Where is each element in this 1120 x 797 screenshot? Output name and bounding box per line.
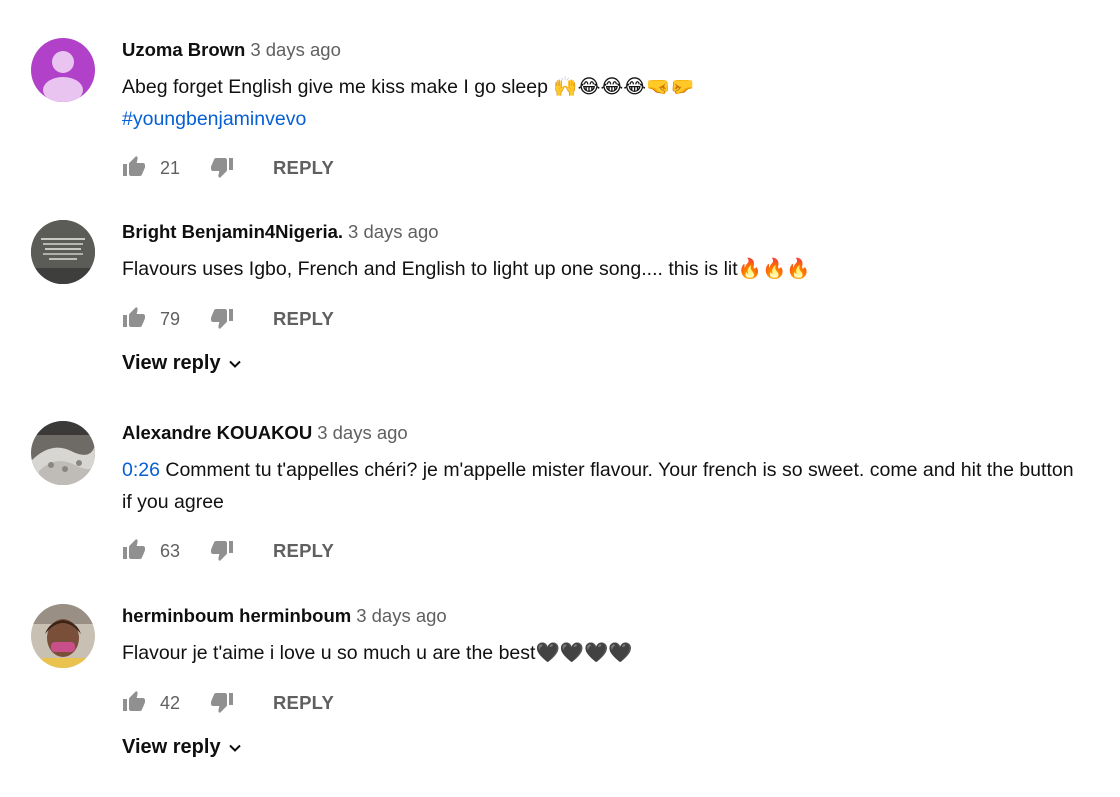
comment-time[interactable]: 3 days ago bbox=[348, 221, 439, 242]
thumb-up-icon[interactable] bbox=[122, 306, 146, 330]
comment-author[interactable]: herminboum herminboum bbox=[122, 605, 351, 626]
view-reply-button[interactable]: View reply bbox=[122, 350, 243, 376]
reply-button[interactable]: REPLY bbox=[273, 157, 334, 179]
reply-button[interactable]: REPLY bbox=[273, 308, 334, 330]
reply-button[interactable]: REPLY bbox=[273, 540, 334, 562]
comment-author[interactable]: Alexandre KOUAKOU bbox=[122, 422, 312, 443]
avatar[interactable] bbox=[31, 421, 95, 485]
emoji-group: 🖤🖤🖤🖤 bbox=[535, 641, 633, 664]
comment-time[interactable]: 3 days ago bbox=[317, 422, 408, 443]
like-count: 79 bbox=[160, 309, 181, 329]
hashtag-link[interactable]: #youngbenjaminvevo bbox=[122, 108, 306, 130]
comment-time[interactable]: 3 days ago bbox=[250, 39, 341, 60]
like-count: 63 bbox=[160, 541, 181, 561]
thumb-down-icon[interactable] bbox=[210, 690, 234, 714]
thumb-down-icon[interactable] bbox=[210, 306, 234, 330]
emoji-group: 🙌😂😂😂🤜🤛 bbox=[553, 75, 695, 98]
comment-text: Flavour je t'aime i love u so much u are… bbox=[122, 641, 633, 664]
avatar[interactable] bbox=[31, 38, 95, 102]
comment-actions: 63 REPLY bbox=[122, 538, 382, 566]
comment-author[interactable]: Bright Benjamin4Nigeria. bbox=[122, 221, 343, 242]
comment-actions: 21 REPLY bbox=[122, 155, 382, 183]
thumb-down-icon[interactable] bbox=[210, 155, 234, 179]
thumb-down-icon[interactable] bbox=[210, 538, 234, 562]
reply-button[interactable]: REPLY bbox=[273, 692, 334, 714]
comment-time[interactable]: 3 days ago bbox=[356, 605, 447, 626]
chevron-down-icon bbox=[228, 360, 241, 368]
comment-actions: 42 REPLY bbox=[122, 690, 382, 718]
thumb-up-icon[interactable] bbox=[122, 690, 146, 714]
emoji-group: 🔥🔥🔥 bbox=[737, 257, 811, 280]
timestamp-link[interactable]: 0:26 bbox=[122, 459, 160, 481]
thumb-up-icon[interactable] bbox=[122, 538, 146, 562]
view-reply-button[interactable]: View reply bbox=[122, 734, 243, 760]
thumb-up-icon[interactable] bbox=[122, 155, 146, 179]
comment-text: 0:26 Comment tu t'appelles chéri? je m'a… bbox=[122, 459, 1074, 513]
chevron-down-icon bbox=[228, 744, 241, 752]
like-count: 42 bbox=[160, 693, 181, 713]
comment-text: Flavours uses Igbo, French and English t… bbox=[122, 257, 811, 280]
avatar[interactable] bbox=[31, 220, 95, 284]
avatar[interactable] bbox=[31, 604, 95, 668]
comment-text: Abeg forget English give me kiss make I … bbox=[122, 75, 695, 130]
comment-author[interactable]: Uzoma Brown bbox=[122, 39, 245, 60]
comment-actions: 79 REPLY bbox=[122, 306, 382, 334]
like-count: 21 bbox=[160, 158, 181, 178]
